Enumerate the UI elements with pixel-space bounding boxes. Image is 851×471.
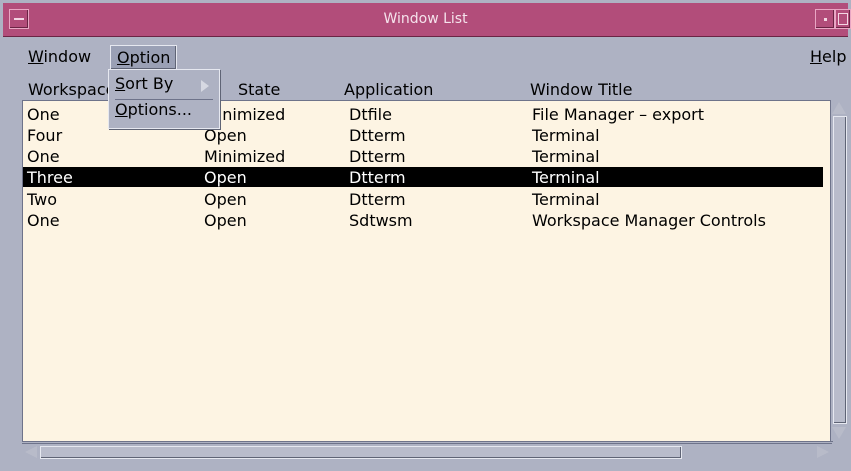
triangle-right-icon xyxy=(201,80,209,92)
vertical-scroll-thumb[interactable] xyxy=(833,116,847,424)
menu-help-label: elp xyxy=(822,47,847,66)
cell-application: Dtterm xyxy=(349,168,406,187)
cell-application: Dtfile xyxy=(349,105,392,124)
menu-option-label: ption xyxy=(129,48,171,67)
cell-workspace: One xyxy=(27,105,60,124)
column-header-application[interactable]: Application xyxy=(344,80,433,99)
vertical-scrollbar[interactable] xyxy=(830,100,847,441)
menu-bar: Window Option Help xyxy=(8,39,846,71)
cell-state: Open xyxy=(204,211,247,230)
title-bar[interactable]: Window List xyxy=(3,3,851,37)
column-header-state[interactable]: State xyxy=(238,80,280,99)
cell-application: Dtterm xyxy=(349,126,406,145)
menu-window-label: indow xyxy=(43,47,92,66)
window-title: Window List xyxy=(383,11,468,27)
horizontal-scroll-thumb[interactable] xyxy=(40,446,682,459)
menu-window[interactable]: Window xyxy=(22,45,97,68)
cell-state: Open xyxy=(204,168,247,187)
cell-window-title: File Manager – export xyxy=(532,105,704,124)
window-list[interactable]: One Minimized Dtfile File Manager – expo… xyxy=(22,100,833,442)
list-item-selected[interactable]: Three Open Dtterm Terminal xyxy=(23,167,823,187)
cell-state: Open xyxy=(204,190,247,209)
list-item[interactable]: One Open Sdtwsm Workspace Manager Contro… xyxy=(23,210,823,230)
menu-option-mnemonic: O xyxy=(117,48,130,67)
scroll-up-arrow-icon[interactable] xyxy=(832,102,846,114)
options-label: ptions... xyxy=(127,100,192,119)
cell-window-title: Terminal xyxy=(532,168,600,187)
cell-application: Dtterm xyxy=(349,190,406,209)
scroll-right-arrow-icon[interactable] xyxy=(817,446,829,458)
menu-help-mnemonic: H xyxy=(810,47,823,66)
cell-workspace: One xyxy=(27,211,60,230)
scroll-down-arrow-icon[interactable] xyxy=(832,427,846,439)
cell-window-title: Terminal xyxy=(532,190,600,209)
cell-application: Sdtwsm xyxy=(349,211,413,230)
scroll-left-arrow-icon[interactable] xyxy=(25,446,37,458)
menu-item-options[interactable]: Options... xyxy=(115,100,213,124)
options-mnemonic: O xyxy=(115,100,128,119)
window-list-dialog: Window List Window Option Help Workspace… xyxy=(0,0,851,471)
sort-by-mnemonic: S xyxy=(115,74,126,93)
sort-by-label: ort By xyxy=(125,74,174,93)
menu-window-mnemonic: W xyxy=(28,47,44,66)
minimize-dot xyxy=(824,18,827,21)
column-header-workspace[interactable]: Workspace xyxy=(28,80,115,99)
cell-window-title: Terminal xyxy=(532,147,600,166)
maximize-box xyxy=(838,13,848,25)
cell-workspace: One xyxy=(27,147,60,166)
menu-option[interactable]: Option xyxy=(110,45,178,70)
horizontal-scrollbar[interactable] xyxy=(22,443,832,460)
maximize-icon[interactable] xyxy=(835,9,851,29)
cell-window-title: Terminal xyxy=(532,126,600,145)
list-item[interactable]: One Minimized Dtterm Terminal xyxy=(23,146,823,166)
cell-workspace: Two xyxy=(27,190,57,209)
cell-state: Minimized xyxy=(204,147,286,166)
cell-workspace: Four xyxy=(27,126,63,145)
column-header-window-title[interactable]: Window Title xyxy=(530,80,632,99)
cell-workspace: Three xyxy=(27,168,73,187)
menu-help[interactable]: Help xyxy=(804,45,851,68)
list-item[interactable]: Two Open Dtterm Terminal xyxy=(23,189,823,209)
cell-application: Dtterm xyxy=(349,147,406,166)
option-menu-dropdown: Sort By Options... xyxy=(108,69,220,129)
cell-window-title: Workspace Manager Controls xyxy=(532,211,766,230)
minimize-icon[interactable] xyxy=(815,9,835,29)
menu-item-sort-by[interactable]: Sort By xyxy=(115,74,213,98)
